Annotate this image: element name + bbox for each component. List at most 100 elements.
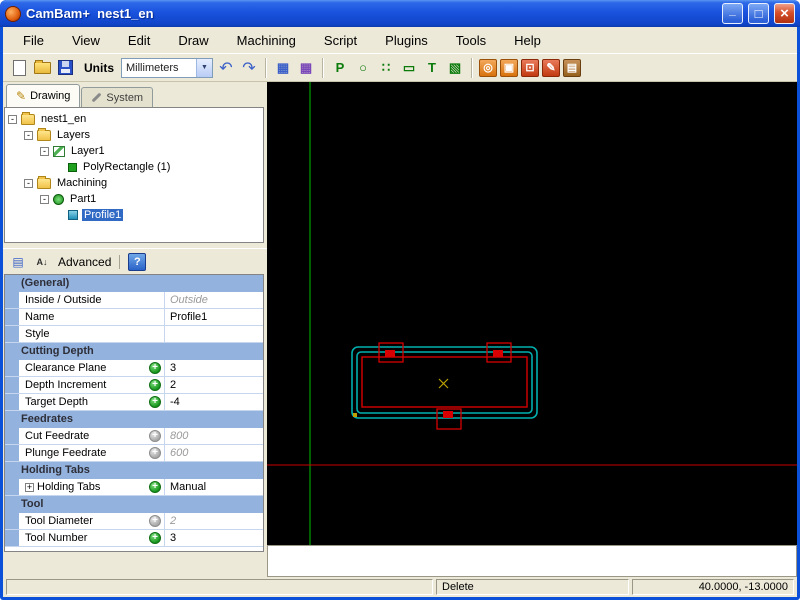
apply-value-icon[interactable]	[149, 396, 161, 408]
drawing-canvas[interactable]	[267, 82, 797, 545]
tree-node-label[interactable]: Layer1	[69, 145, 107, 157]
property-value[interactable]: 3	[165, 360, 263, 376]
tree-node-label[interactable]: Layers	[55, 129, 92, 141]
property-row-cut-feedrate[interactable]: Cut Feedrate 800	[5, 428, 263, 445]
property-value[interactable]: 2	[165, 377, 263, 393]
menu-help[interactable]: Help	[500, 29, 555, 52]
property-row-name[interactable]: Name Profile1	[5, 309, 263, 326]
help-button[interactable]: ?	[128, 253, 146, 271]
collapse-icon[interactable]	[8, 115, 17, 124]
tree-node-machining[interactable]: Machining	[5, 175, 263, 191]
tree-node-profile1[interactable]: Profile1	[5, 207, 263, 223]
save-file-icon[interactable]	[55, 58, 75, 78]
property-value[interactable]: -4	[165, 394, 263, 410]
expand-icon[interactable]	[25, 483, 34, 492]
menu-draw[interactable]: Draw	[164, 29, 222, 52]
circle-icon[interactable]: ○	[353, 58, 373, 78]
snap-grid-icon[interactable]: ▦	[296, 58, 316, 78]
new-file-icon[interactable]	[9, 58, 29, 78]
property-value[interactable]: 600	[165, 445, 263, 461]
categorized-view-icon[interactable]	[8, 252, 28, 272]
redo-icon[interactable]: ↷	[239, 58, 259, 78]
property-row-depth-increment[interactable]: Depth Increment 2	[5, 377, 263, 394]
undo-icon[interactable]: ↶	[216, 58, 236, 78]
rectangle-icon[interactable]: ▭	[399, 58, 419, 78]
holding-tab-marker[interactable]	[493, 350, 503, 357]
surface-icon[interactable]: ▧	[445, 58, 465, 78]
menu-edit[interactable]: Edit	[114, 29, 164, 52]
close-button[interactable]	[774, 3, 795, 24]
category-header-feedrates[interactable]: Feedrates	[5, 411, 263, 428]
property-value[interactable]: Profile1	[165, 309, 263, 325]
category-header-general[interactable]: (General)	[5, 275, 263, 292]
chevron-down-icon[interactable]: ▼	[196, 59, 212, 77]
property-row-clearance-plane[interactable]: Clearance Plane 3	[5, 360, 263, 377]
advanced-label[interactable]: Advanced	[58, 255, 111, 269]
apply-value-icon[interactable]	[149, 481, 161, 493]
property-row-tool-diameter[interactable]: Tool Diameter 2	[5, 513, 263, 530]
property-row-tool-number[interactable]: Tool Number 3	[5, 530, 263, 547]
menu-file[interactable]: File	[9, 29, 58, 52]
engrave-icon[interactable]: ✎	[542, 59, 560, 77]
property-value[interactable]: 800	[165, 428, 263, 444]
tree-node-layers[interactable]: Layers	[5, 127, 263, 143]
maximize-button[interactable]	[748, 3, 769, 24]
apply-value-icon[interactable]	[149, 430, 161, 442]
tree-node-label[interactable]: PolyRectangle (1)	[81, 161, 172, 173]
view-grid-icon[interactable]: ▦	[273, 58, 293, 78]
pocket-icon[interactable]: ▣	[500, 59, 518, 77]
menu-machining[interactable]: Machining	[223, 29, 310, 52]
apply-value-icon[interactable]	[149, 532, 161, 544]
holding-tab-marker[interactable]	[443, 411, 453, 418]
points-icon[interactable]: ∷	[376, 58, 396, 78]
polyline-icon[interactable]: P	[330, 58, 350, 78]
open-file-icon[interactable]	[32, 58, 52, 78]
tree-node-layer1[interactable]: Layer1	[5, 143, 263, 159]
minimize-button[interactable]	[722, 3, 743, 24]
category-header-cutting-depth[interactable]: Cutting Depth	[5, 343, 263, 360]
property-value[interactable]: 3	[165, 530, 263, 546]
category-header-holding-tabs[interactable]: Holding Tabs	[5, 462, 263, 479]
tree-node-label[interactable]: nest1_en	[39, 113, 88, 125]
menu-view[interactable]: View	[58, 29, 114, 52]
menu-script[interactable]: Script	[310, 29, 371, 52]
text-icon[interactable]: T	[422, 58, 442, 78]
collapse-icon[interactable]	[24, 179, 33, 188]
tree-node-root[interactable]: nest1_en	[5, 111, 263, 127]
property-value[interactable]: Outside	[165, 292, 263, 308]
tree-node-label[interactable]: Machining	[55, 177, 109, 189]
property-row-holding-tabs[interactable]: Holding Tabs Manual	[5, 479, 263, 496]
property-value[interactable]: Manual	[165, 479, 263, 495]
property-row-inside-outside[interactable]: Inside / Outside Outside	[5, 292, 263, 309]
collapse-icon[interactable]	[24, 131, 33, 140]
menu-tools[interactable]: Tools	[442, 29, 500, 52]
tab-drawing[interactable]: ✎ Drawing	[6, 84, 80, 107]
holding-tab-marker[interactable]	[385, 350, 395, 357]
tree-node-label[interactable]: Part1	[68, 193, 98, 205]
apply-value-icon[interactable]	[149, 379, 161, 391]
drill-icon[interactable]: ◎	[479, 59, 497, 77]
styles-icon[interactable]: ▤	[563, 59, 581, 77]
title-bar[interactable]: CamBam+ nest1_en	[0, 0, 800, 27]
collapse-icon[interactable]	[40, 195, 49, 204]
profile-icon[interactable]: ⊡	[521, 59, 539, 77]
tab-system[interactable]: System	[81, 87, 153, 107]
property-value[interactable]: 2	[165, 513, 263, 529]
category-header-tool[interactable]: Tool	[5, 496, 263, 513]
property-row-plunge-feedrate[interactable]: Plunge Feedrate 600	[5, 445, 263, 462]
property-row-style[interactable]: Style	[5, 326, 263, 343]
alphabetical-sort-icon[interactable]	[32, 252, 52, 272]
property-value[interactable]	[165, 326, 263, 342]
property-row-target-depth[interactable]: Target Depth -4	[5, 394, 263, 411]
collapse-icon[interactable]	[40, 147, 49, 156]
units-dropdown[interactable]: Millimeters ▼	[121, 58, 213, 78]
apply-value-icon[interactable]	[149, 515, 161, 527]
apply-value-icon[interactable]	[149, 362, 161, 374]
tree-node-label[interactable]: Profile1	[82, 209, 123, 221]
application-window: CamBam+ nest1_en File View Edit Draw Mac…	[0, 0, 800, 600]
canvas-svg[interactable]	[267, 82, 797, 545]
menu-plugins[interactable]: Plugins	[371, 29, 442, 52]
tree-node-polyrectangle[interactable]: PolyRectangle (1)	[5, 159, 263, 175]
apply-value-icon[interactable]	[149, 447, 161, 459]
tree-node-part1[interactable]: Part1	[5, 191, 263, 207]
